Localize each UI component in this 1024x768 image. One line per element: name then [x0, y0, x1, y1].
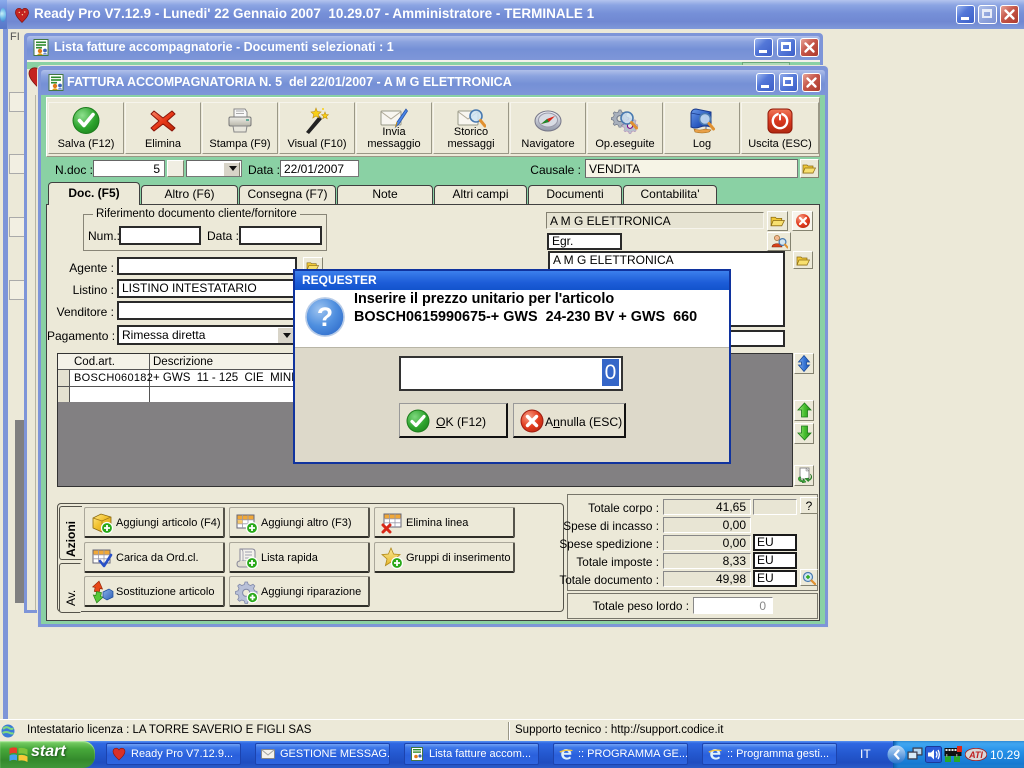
- svg-text:?: ?: [317, 302, 333, 332]
- svg-text:ATI: ATI: [968, 750, 983, 760]
